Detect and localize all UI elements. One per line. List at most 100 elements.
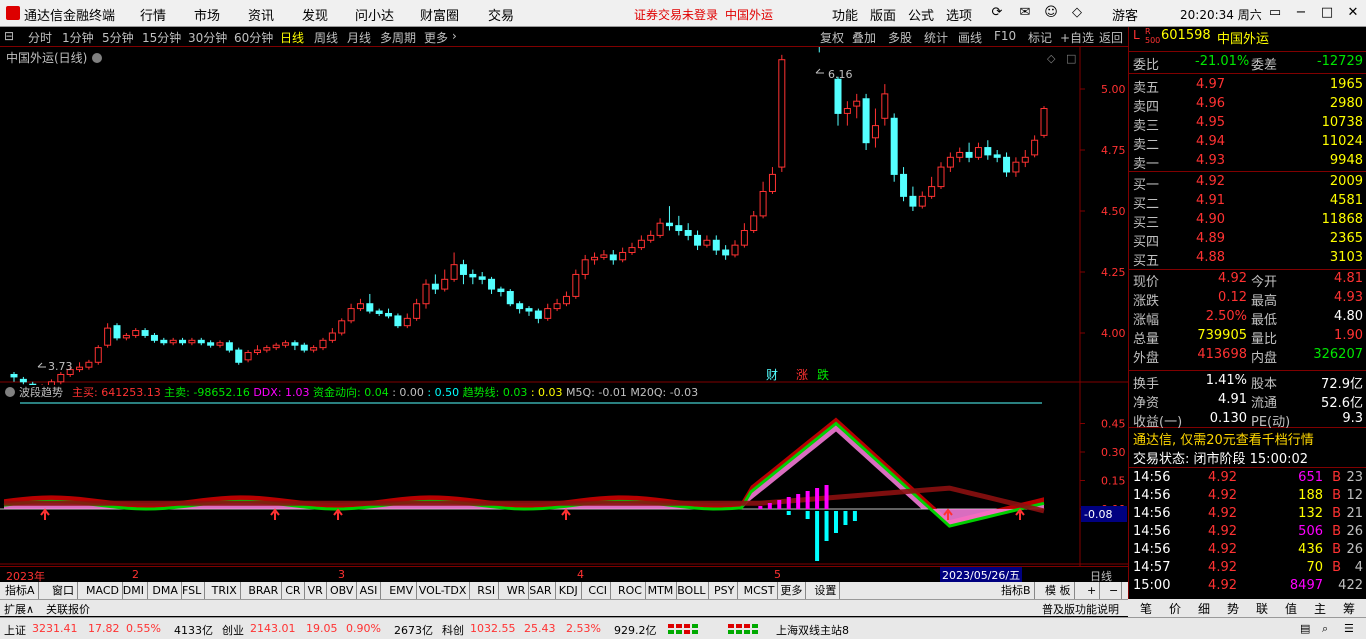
indicator-tab-emv-12[interactable]: EMV xyxy=(386,582,418,599)
tool-zixuan[interactable]: +自选 xyxy=(1060,29,1094,46)
kline-chart[interactable]: 6.005.755.505.255.004.754.504.254.00 中国外… xyxy=(0,47,1128,385)
refresh-icon[interactable]: ⟳ xyxy=(988,4,1006,22)
tool-f10[interactable]: F10 xyxy=(994,29,1016,43)
sh-label[interactable]: 上证 xyxy=(4,622,26,638)
indicator-tab-mtm-20[interactable]: MTM xyxy=(645,582,678,599)
login-warning[interactable]: 证券交易未登录 xyxy=(634,6,718,23)
period-daily[interactable]: 日线 xyxy=(280,29,304,46)
server-name[interactable]: 上海双线主站8 xyxy=(776,622,849,638)
menu-caifuquan[interactable]: 财富圈 xyxy=(420,5,459,24)
indicator-tab-mcst-23[interactable]: MCST xyxy=(741,582,779,599)
quote-tab-6[interactable]: 主 xyxy=(1306,600,1334,617)
promo-row[interactable]: 通达信, 仅需20元查看千档行情 xyxy=(1129,428,1366,448)
period-more[interactable]: 更多 xyxy=(424,29,448,46)
indicator-tab-dma-4[interactable]: DMA xyxy=(149,582,182,599)
tool-duogu[interactable]: 多股 xyxy=(888,29,912,46)
indicator-tab-rsi-14[interactable]: RSI xyxy=(474,582,500,599)
kc-label[interactable]: 科创 xyxy=(442,622,464,638)
quote-tab-5[interactable]: 值 xyxy=(1277,600,1305,617)
indicator-tab-boll-21[interactable]: BOLL xyxy=(674,582,710,599)
indicator-tab--25[interactable]: 设置 xyxy=(811,582,841,599)
period-60min[interactable]: 60分钟 xyxy=(234,29,273,46)
indicator-tab-fsl-5[interactable]: FSL xyxy=(179,582,206,599)
indicator-tab-dmi-3[interactable]: DMI xyxy=(120,582,149,599)
indicator-tab-cr-8[interactable]: CR xyxy=(282,582,305,599)
user-icon[interactable]: ☺ xyxy=(1042,4,1060,22)
indicator-tab-a-0[interactable]: 指标A xyxy=(2,582,39,599)
quote-tab-3[interactable]: 势 xyxy=(1219,600,1247,617)
event-die[interactable]: 跌 xyxy=(817,367,829,382)
collapse-icon[interactable]: ⊟ xyxy=(4,29,14,43)
period-15min[interactable]: 15分钟 xyxy=(142,29,181,46)
indicator-tab-voltdx-13[interactable]: VOL-TDX xyxy=(416,582,471,599)
chart-settings-icon[interactable] xyxy=(92,53,102,63)
quote-tab-4[interactable]: 联 xyxy=(1248,600,1276,617)
indicator-tab-psy-22[interactable]: PSY xyxy=(711,582,739,599)
event-zhang[interactable]: 涨 xyxy=(796,367,808,382)
indicator-right-0[interactable]: 指标B xyxy=(998,582,1035,599)
tool-biaoji[interactable]: 标记 xyxy=(1028,29,1052,46)
quote-tab-1[interactable]: 价 xyxy=(1161,600,1189,617)
guest-label[interactable]: 游客 xyxy=(1112,5,1138,24)
period-30min[interactable]: 30分钟 xyxy=(188,29,227,46)
menu-banmian[interactable]: 版面 xyxy=(870,5,896,24)
indicator-settings-icon[interactable] xyxy=(5,387,15,397)
message-icon[interactable]: ✉ xyxy=(1016,4,1034,22)
indicator-tab-vr-9[interactable]: VR xyxy=(305,582,327,599)
tool-tongji[interactable]: 统计 xyxy=(924,29,948,46)
indicator-tab-brar-7[interactable]: BRAR xyxy=(245,582,283,599)
indicator-tab-sar-16[interactable]: SAR xyxy=(526,582,556,599)
indicator-right-1[interactable]: 模 板 xyxy=(1042,582,1075,599)
period-multi[interactable]: 多周期 xyxy=(380,29,416,46)
cy-label[interactable]: 创业 xyxy=(222,622,244,638)
period-fenshi[interactable]: 分时 xyxy=(28,29,52,46)
indicator-tab-obv-10[interactable]: OBV xyxy=(327,582,358,599)
menu-xuanxiang[interactable]: 选项 xyxy=(946,5,972,24)
period-weekly[interactable]: 周线 xyxy=(314,29,338,46)
square-icon[interactable]: □ xyxy=(1066,52,1076,65)
chevron-right-icon[interactable]: › xyxy=(452,29,457,43)
indicator-tab-kdj-17[interactable]: KDJ xyxy=(556,582,582,599)
related-quote-tab[interactable]: 关联报价 xyxy=(46,601,90,617)
diamond-icon[interactable]: ◇ xyxy=(1047,52,1056,65)
quote-tab-2[interactable]: 细 xyxy=(1190,600,1218,617)
menu-gongshi[interactable]: 公式 xyxy=(908,5,934,24)
menu-faxian[interactable]: 发现 xyxy=(302,5,328,24)
menu-jiaoyi[interactable]: 交易 xyxy=(488,5,514,24)
menu-shichang[interactable]: 市场 xyxy=(194,5,220,24)
menu-hangqing[interactable]: 行情 xyxy=(140,5,166,24)
quote-tab-0[interactable]: 笔 xyxy=(1132,600,1160,617)
indicator-tab-asi-11[interactable]: ASI xyxy=(357,582,382,599)
indicator-tab--1[interactable]: 窗口 xyxy=(49,582,78,599)
search-icon[interactable]: ⌕ xyxy=(1322,622,1328,636)
period-monthly[interactable]: 月线 xyxy=(347,29,371,46)
close-icon[interactable]: ✕ xyxy=(1344,4,1362,22)
restore-icon[interactable]: ▭ xyxy=(1266,4,1284,22)
period-5min[interactable]: 5分钟 xyxy=(102,29,134,46)
minimize-icon[interactable]: − xyxy=(1292,4,1310,22)
tool-fuquan[interactable]: 复权 xyxy=(820,29,844,46)
menu-zixun[interactable]: 资讯 xyxy=(248,5,274,24)
indicator-tab-macd-2[interactable]: MACD xyxy=(83,582,123,599)
tool-huaxian[interactable]: 画线 xyxy=(958,29,982,46)
indicator-tab-roc-19[interactable]: ROC xyxy=(615,582,646,599)
shield-icon[interactable]: ◇ xyxy=(1068,4,1086,22)
indicator-chart[interactable]: 0.450.300.150.00 波段趋势 主买: 641253.13 主卖: … xyxy=(0,384,1128,566)
promo-text[interactable]: 通达信, 仅需20元查看千档行情 xyxy=(1133,429,1314,448)
indicator-right-2[interactable]: + xyxy=(1084,582,1101,599)
feature-info-link[interactable]: 普及版功能说明 xyxy=(1042,601,1119,617)
menu-wenxiaoda[interactable]: 问小达 xyxy=(355,5,394,24)
indicator-right-3[interactable]: − xyxy=(1106,582,1123,599)
network-icon[interactable]: ▤ xyxy=(1300,622,1310,635)
event-cai[interactable]: 财 xyxy=(766,368,778,382)
tool-diejia[interactable]: 叠加 xyxy=(852,29,876,46)
menu-icon[interactable]: ☰ xyxy=(1344,622,1354,635)
menu-gongneng[interactable]: 功能 xyxy=(832,5,858,24)
maximize-icon[interactable]: □ xyxy=(1318,4,1336,22)
quote-tab-7[interactable]: 筹 xyxy=(1335,600,1363,617)
period-1min[interactable]: 1分钟 xyxy=(62,29,94,46)
expand-button[interactable]: 扩展∧ xyxy=(4,601,34,617)
indicator-tab-cci-18[interactable]: CCI xyxy=(585,582,611,599)
indicator-tab-trix-6[interactable]: TRIX xyxy=(209,582,241,599)
indicator-tab--24[interactable]: 更多 xyxy=(777,582,807,599)
